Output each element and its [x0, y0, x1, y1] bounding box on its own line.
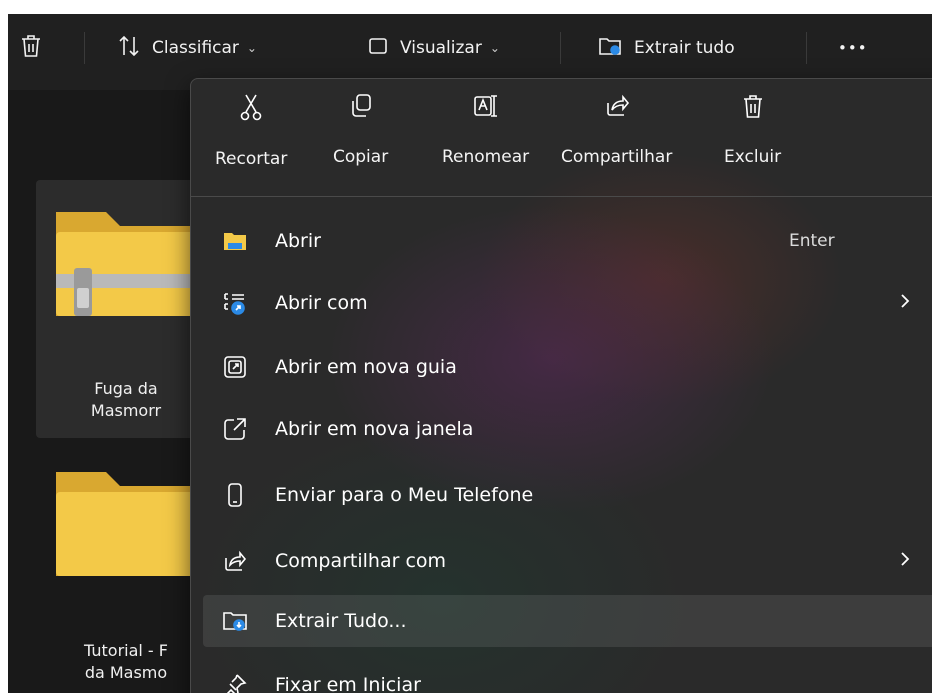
toolbar-separator: [84, 32, 85, 64]
rename-icon: [473, 93, 499, 123]
file-name-line: da Masmo: [84, 663, 168, 682]
file-name-line: Tutorial - F: [84, 641, 168, 660]
new-tab-icon: [223, 355, 247, 379]
sort-icon: [118, 35, 140, 62]
phone-icon: [223, 483, 247, 507]
zip-folder-icon: [56, 212, 198, 316]
view-label: Visualizar: [400, 38, 482, 58]
context-menu: Recortar Copiar Renomear Compartilhar Ex…: [190, 78, 932, 693]
extract-all-label: Extrair tudo: [634, 38, 735, 58]
menu-item-pin-to-start[interactable]: Fixar em Iniciar: [203, 659, 932, 693]
copy-label: Copiar: [333, 147, 389, 167]
copy-icon: [349, 93, 373, 123]
cut-button[interactable]: Recortar: [215, 93, 287, 169]
menu-item-label: Abrir em nova janela: [275, 418, 474, 440]
menu-item-label: Compartilhar com: [275, 550, 447, 572]
toolbar-separator: [560, 32, 561, 64]
folder-icon: [56, 472, 198, 576]
chevron-down-icon: ⌄: [246, 41, 257, 55]
chevron-right-icon: [899, 550, 911, 573]
view-icon: [368, 36, 388, 61]
sort-label: Classificar: [152, 38, 239, 58]
view-button[interactable]: Visualizar ⌄: [368, 28, 500, 68]
menu-item-send-to-phone[interactable]: Enviar para o Meu Telefone: [203, 469, 932, 521]
share-with-icon: [223, 549, 247, 573]
toolbar-separator: [806, 32, 807, 64]
extract-icon: [598, 35, 622, 62]
trash-icon: [20, 34, 42, 63]
menu-item-open-new-window[interactable]: Abrir em nova janela: [203, 403, 932, 455]
more-options-button[interactable]: •••: [838, 28, 868, 68]
menu-item-open-new-tab[interactable]: Abrir em nova guia: [203, 341, 932, 393]
menu-item-label: Abrir em nova guia: [275, 356, 457, 378]
menu-item-label: Fixar em Iniciar: [275, 674, 421, 693]
file-explorer-window: Classificar ⌄ Visualizar ⌄ Extrair tudo …: [8, 14, 932, 693]
chevron-down-icon: ⌄: [489, 41, 500, 55]
copy-button[interactable]: Copiar: [333, 93, 388, 167]
scissors-icon: [239, 93, 263, 125]
share-button[interactable]: Compartilhar: [561, 93, 672, 167]
extract-icon: [223, 609, 247, 633]
menu-item-label: Abrir: [275, 230, 321, 252]
menu-item-open-with[interactable]: Abrir com: [203, 277, 932, 329]
more-options-label: •••: [838, 39, 868, 57]
menu-item-label: Enviar para o Meu Telefone: [275, 484, 534, 506]
cut-label: Recortar: [215, 149, 288, 169]
extract-all-button[interactable]: Extrair tudo: [598, 28, 735, 68]
folder-open-icon: [223, 229, 247, 253]
trash-icon: [742, 93, 764, 123]
menu-item-open[interactable]: Abrir Enter: [203, 215, 932, 267]
delete-label: Excluir: [724, 147, 782, 167]
menu-divider: [191, 196, 932, 197]
menu-item-label: Extrair Tudo...: [275, 610, 407, 632]
delete-menu-button[interactable]: Excluir: [724, 93, 781, 167]
menu-item-share-with[interactable]: Compartilhar com: [203, 535, 932, 587]
file-name-line: Masmorr: [90, 401, 162, 420]
sort-button[interactable]: Classificar ⌄: [118, 28, 257, 68]
chevron-right-icon: [899, 292, 911, 315]
menu-item-extract-all[interactable]: Extrair Tudo...: [203, 595, 932, 647]
share-icon: [604, 93, 630, 123]
menu-item-shortcut: Enter: [789, 231, 835, 251]
new-window-icon: [223, 417, 247, 441]
quick-actions-bar: Recortar Copiar Renomear Compartilhar Ex…: [191, 79, 932, 195]
file-name-line: Fuga da: [94, 379, 158, 398]
rename-label: Renomear: [442, 147, 530, 167]
pin-icon: [223, 673, 247, 693]
menu-item-label: Abrir com: [275, 292, 368, 314]
rename-button[interactable]: Renomear: [442, 93, 529, 167]
open-with-icon: [223, 291, 247, 315]
share-label: Compartilhar: [561, 147, 673, 167]
delete-button[interactable]: [20, 28, 42, 68]
